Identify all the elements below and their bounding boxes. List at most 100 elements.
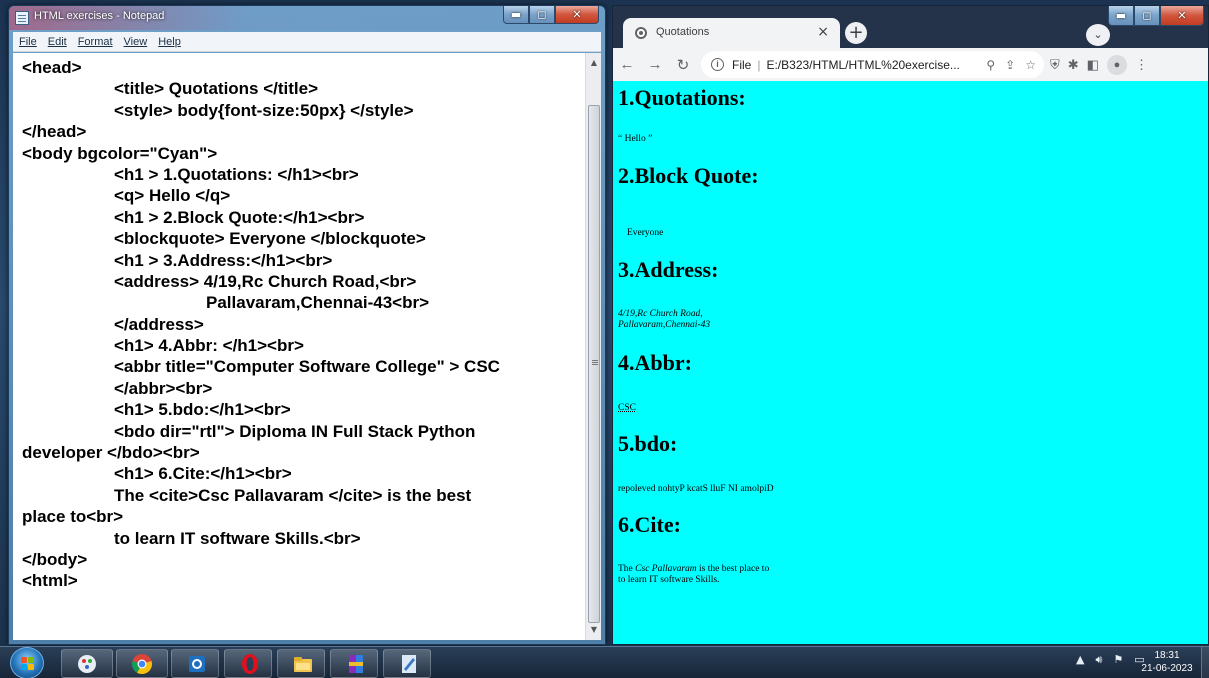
minimize-icon: ▬ [1115,9,1127,22]
outlook-icon [189,656,205,672]
taskbar-outlook-app[interactable] [171,649,219,678]
reload-icon[interactable]: ↻ [669,56,697,74]
maximize-icon: ◻ [537,8,547,21]
menu-format[interactable]: Format [78,36,113,48]
cite-paragraph-line-1: The Csc Pallavaram is the best place to [618,564,769,575]
menu-file[interactable]: File [19,36,37,48]
chrome-close-button[interactable]: ✕ [1160,6,1204,26]
heading-bdo: 5.bdo: [618,431,678,456]
tab-close-icon[interactable]: × [817,24,829,40]
cite-paragraph-line-2: to learn IT software Skills. [618,575,720,585]
maximize-button[interactable]: ◻ [529,6,555,24]
heading-quotations: 1.Quotations: [618,85,746,110]
scroll-down-arrow-icon[interactable]: ▼ [586,622,602,638]
file-explorer-icon [294,657,312,672]
close-button[interactable]: ✕ [555,6,599,24]
code-line: <bdo dir="rtl"> Diploma IN Full Stack Py… [114,421,476,441]
tab-quotations[interactable]: Quotations × [623,18,840,48]
taskbar-clock[interactable]: 18:31 21-06-2023 [1136,649,1198,675]
chrome-minimize-button[interactable]: ▬ [1108,6,1134,26]
forward-arrow-icon[interactable]: → [641,56,669,73]
back-arrow-icon[interactable]: ← [613,56,641,73]
address-url[interactable]: E:/B323/HTML/HTML%20exercise... [766,58,959,72]
menu-help[interactable]: Help [158,36,181,48]
start-button[interactable] [10,647,44,678]
address-line-1: 4/19,Rc Church Road, [618,309,703,319]
code-line: </address> [114,314,204,334]
notepad-icon [402,655,416,673]
address-scheme: File [732,57,752,72]
show-hidden-icons-icon[interactable]: ▲ [1076,653,1084,667]
taskbar-notepad-app[interactable] [383,649,431,678]
windows-logo-icon [21,657,35,671]
code-line: </abbr><br> [114,378,213,398]
heading-address: 3.Address: [618,257,719,282]
code-line: <abbr title="Computer Software College" … [114,357,500,377]
taskbar-winrar-app[interactable] [330,649,378,678]
taskbar-chrome-app[interactable] [116,649,168,678]
notepad-text-area[interactable]: <head> <title> Quotations </title> <style>… [13,53,585,640]
chrome-window: Quotations × + ⌄ ▬ ◻ ✕ ← → ↻ i File | E:… [612,5,1209,645]
notepad-vertical-scrollbar[interactable]: ▲ ▼ [585,53,601,640]
notepad-window: HTML exercises - Notepad ▬ ◻ ✕ File Edit… [8,5,606,645]
close-icon: ✕ [1177,9,1187,22]
code-line: place to<br> [22,507,124,527]
cite-prefix: The [618,564,636,574]
notepad-window-controls: ▬ ◻ ✕ [503,6,599,24]
minimize-button[interactable]: ▬ [503,6,529,24]
profile-avatar-icon[interactable]: ● [1106,54,1127,75]
menu-view[interactable]: View [124,36,148,48]
blockquote-text: Everyone [627,228,664,238]
address-line-2: Pallavaram,Chennai-43 [618,320,711,330]
taskbar: ▲ 🔊︎ ⚑ ▭ 18:31 21-06-2023 [0,646,1209,678]
cite-text: Csc Pallavaram [635,564,697,574]
bdo-text: repoleved nohtyP kcatS lluF NI amolpiD [618,484,774,494]
heading-abbr: 4.Abbr: [618,350,692,375]
notepad-titlebar[interactable]: HTML exercises - Notepad ▬ ◻ ✕ [9,6,605,30]
code-line: to learn IT software Skills.<br> [114,528,361,548]
code-line: <h1 > 3.Address:</h1><br> [114,250,333,270]
cite-suffix: is the best place to [696,564,770,574]
zoom-icon[interactable]: ⚲ [986,58,995,72]
address-bar[interactable]: i File | E:/B323/HTML/HTML%20exercise...… [701,51,1044,78]
code-line: <style> body{font-size:50px} </style> [114,100,414,120]
tab-strip: Quotations × + ⌄ ▬ ◻ ✕ [613,6,1208,48]
code-line: <title> Quotations </title> [114,79,319,99]
menu-edit[interactable]: Edit [48,36,67,48]
code-line: <body bgcolor="Cyan"> [22,143,218,163]
info-icon[interactable]: i [711,58,724,71]
volume-icon[interactable]: 🔊︎ [1095,653,1102,667]
code-line: </body> [22,549,88,569]
chrome-maximize-button[interactable]: ◻ [1134,6,1160,26]
scrollbar-thumb[interactable] [588,105,600,623]
show-desktop-button[interactable] [1201,647,1209,678]
clock-time: 18:31 [1154,650,1180,661]
new-tab-button[interactable]: + [845,22,867,44]
scroll-up-arrow-icon[interactable]: ▲ [586,55,602,71]
kebab-menu-icon[interactable]: ⋮ [1135,57,1148,73]
paint-icon [78,655,96,673]
notepad-title: HTML exercises - Notepad [34,10,165,22]
shield-extension-icon[interactable]: ⛨ [1050,57,1060,73]
share-icon[interactable]: ⇪ [1005,58,1015,72]
taskbar-opera-app[interactable] [224,649,272,678]
bookmark-star-icon[interactable]: ☆ [1025,58,1036,72]
address-separator: | [757,57,761,72]
network-status-icon[interactable]: ⚑ [1113,653,1123,667]
abbr-text[interactable]: CSC [618,403,636,414]
close-icon: ✕ [572,8,582,21]
code-line: <html> [22,571,78,591]
tab-search-chevron-down-icon[interactable]: ⌄ [1086,24,1110,46]
code-line: <h1> 4.Abbr: </h1><br> [114,336,304,356]
heading-cite: 6.Cite: [618,512,681,537]
clock-date: 21-06-2023 [1141,663,1193,674]
taskbar-file-explorer-app[interactable] [277,649,325,678]
tab-title: Quotations [656,26,710,38]
taskbar-paint-app[interactable] [61,649,113,678]
heading-block-quote: 2.Block Quote: [618,163,759,188]
side-panel-icon[interactable]: ◧ [1087,57,1099,73]
winrar-icon [349,655,363,673]
extensions-puzzle-icon[interactable]: ✱ [1068,57,1079,73]
quote-text: “ Hello ” [618,134,653,144]
code-line: </head> [22,122,87,142]
